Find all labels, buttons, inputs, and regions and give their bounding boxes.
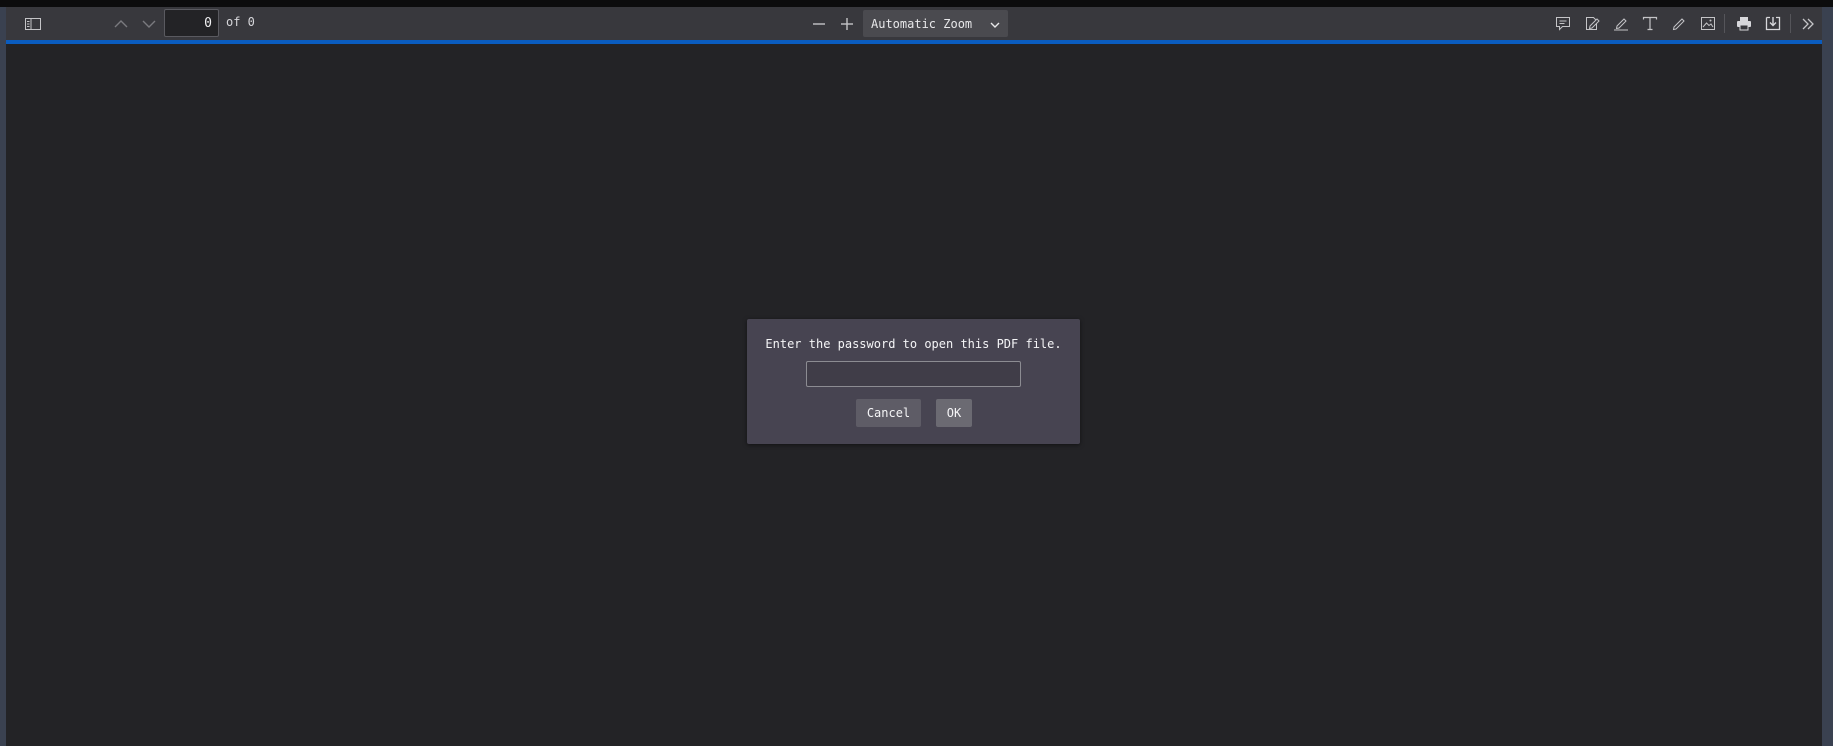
draw-button[interactable] (1667, 11, 1691, 36)
more-tools-button[interactable] (1796, 11, 1820, 36)
comment-icon (1555, 16, 1571, 31)
toolbar-separator (1790, 14, 1791, 33)
text-tool-button[interactable] (1638, 11, 1662, 36)
chevron-up-icon (114, 19, 128, 29)
previous-page-button[interactable] (109, 11, 133, 36)
image-icon (1700, 16, 1716, 31)
next-page-button[interactable] (137, 11, 161, 36)
comment-button[interactable] (1551, 11, 1575, 36)
plus-icon (840, 17, 854, 31)
loading-bar (6, 40, 1822, 44)
cancel-button[interactable]: Cancel (856, 399, 921, 427)
toolbar: of 0 Automatic Zoom (6, 7, 1822, 40)
zoom-out-button[interactable] (807, 11, 831, 36)
chevron-down-icon (142, 19, 156, 29)
password-input[interactable] (806, 361, 1021, 387)
window-top-strip (0, 0, 1833, 7)
save-button[interactable] (1761, 11, 1785, 36)
text-icon (1642, 16, 1658, 31)
zoom-select-value: Automatic Zoom (871, 16, 973, 31)
page-number-input[interactable] (164, 9, 219, 37)
ok-button[interactable]: OK (936, 399, 972, 427)
minus-icon (812, 17, 826, 31)
chevron-down-icon (990, 18, 1000, 32)
zoom-select[interactable]: Automatic Zoom (863, 10, 1008, 37)
highlight-icon (1613, 16, 1629, 31)
print-icon (1736, 16, 1752, 31)
pdf-viewer: of 0 Automatic Zoom (6, 7, 1822, 746)
password-prompt-label: Enter the password to open this PDF file… (765, 337, 1062, 351)
signature-icon (1584, 16, 1600, 31)
draw-icon (1671, 16, 1687, 31)
toolbar-separator (1724, 14, 1725, 33)
highlight-button[interactable] (1609, 11, 1633, 36)
zoom-in-button[interactable] (835, 11, 859, 36)
sidebar-toggle-button[interactable] (19, 11, 47, 36)
print-button[interactable] (1732, 11, 1756, 36)
signature-button[interactable] (1580, 11, 1604, 36)
password-dialog: Enter the password to open this PDF file… (747, 319, 1080, 444)
page-count-label: of 0 (226, 15, 255, 29)
save-icon (1765, 16, 1781, 31)
sidebar-icon (25, 17, 41, 31)
image-button[interactable] (1696, 11, 1720, 36)
more-tools-icon (1801, 18, 1815, 30)
